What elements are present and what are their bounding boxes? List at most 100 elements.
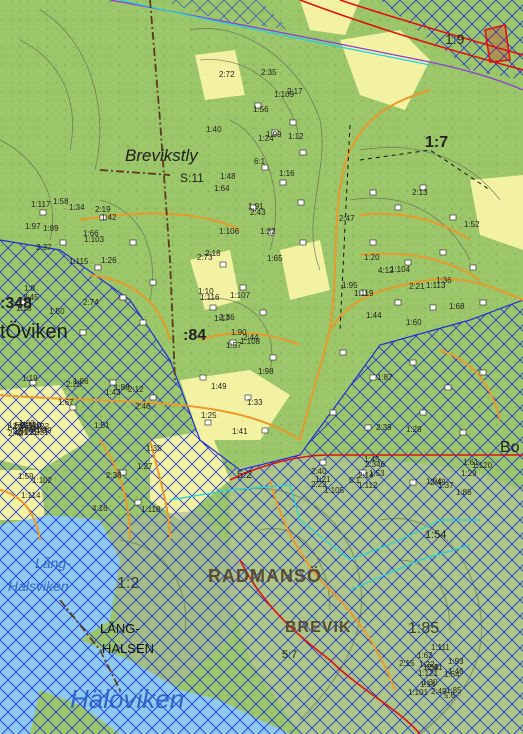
parcel-label: 1:61 [463, 458, 479, 467]
parcel-label: 1:93 [448, 657, 464, 666]
code-185: 1:85 [408, 620, 440, 637]
parcel-label: 1:98 [258, 367, 274, 376]
parcel-label: 1:54 [444, 670, 460, 679]
parcel-label: 1:118 [141, 505, 161, 514]
parcel-label: 1:20 [364, 253, 380, 262]
parcel-label: 6 [18, 428, 23, 437]
parcel-label: 1:106 [219, 227, 240, 236]
area-label-brevik: BREVIK [285, 619, 352, 636]
code-84: :84 [183, 327, 207, 344]
parcel-label: 1:19 [22, 374, 38, 383]
parcel-label: 1:39 [36, 426, 52, 435]
parcel-label: 1:16 [279, 169, 295, 178]
parcel-label: 1:65 [267, 254, 283, 263]
parcel-label: 1:111 [431, 643, 450, 652]
parcel-label: 2:72 [219, 70, 235, 79]
parcel-label: 6:1 [254, 157, 266, 166]
code-19-top: 1:9 [445, 31, 465, 47]
parcel-label: 2:18 [205, 249, 221, 258]
parcel-label: 1:29 [461, 469, 477, 478]
parcel-label: 2:21 [409, 282, 425, 291]
parcel-label: 2:346 [365, 460, 386, 469]
parcel-label: 1:58 [53, 197, 69, 206]
parcel-label: 1:32 [260, 227, 276, 236]
parcel-label: 2:39 [376, 423, 392, 432]
map-view[interactable]: Brevikstly RADMANSÖ BREVIK LÅNG- HALSEN … [0, 0, 523, 734]
parcel-label: 2:20 [66, 380, 82, 389]
parcel-label: 1:102 [32, 476, 53, 485]
parcel-label: 2:13 [412, 188, 428, 197]
parcel-label: 1:10 [198, 287, 214, 296]
parcel-label: 2:74 [83, 298, 99, 307]
parcel-label: 5:6 [444, 691, 456, 700]
parcel-label: 1:44 [366, 311, 382, 320]
parcel-label: 1:12 [288, 132, 304, 141]
water-label-lang: Lång- [35, 555, 71, 571]
parcel-label: 1:25 [201, 411, 217, 420]
parcel-label: 2:43 [250, 208, 266, 217]
parcel-label: 1:26 [101, 256, 117, 265]
parcel-label: 1:43 [105, 388, 121, 397]
parcel-label: 1:37 [438, 481, 454, 490]
parcel-label: 1:8 [24, 284, 36, 293]
parcel-label: 1:48 [220, 172, 236, 181]
parcel-label: 1:59 [18, 472, 34, 481]
parcel-label: 2:47 [339, 214, 355, 223]
area-label-radmanso: RADMANSÖ [208, 566, 322, 586]
parcel-label: 1:63 [19, 419, 35, 428]
parcel-label: 1:107 [230, 291, 251, 300]
parcel-label: 1:34 [69, 203, 85, 212]
parcel-label: 2:38 [106, 471, 122, 480]
parcel-label: 2:35 [261, 68, 277, 77]
parcel-label: 1:86 [456, 488, 472, 497]
parcel-label: 2:37 [36, 243, 52, 252]
place-label-lang: LÅNG- [100, 621, 140, 636]
code-54: 1:54 [425, 529, 447, 541]
parcel-label: 1:51 [94, 421, 110, 430]
parcel-label: 1:40 [206, 125, 222, 134]
parcel-label: 1:97 [25, 222, 41, 231]
code-s11: S:11 [180, 171, 204, 185]
parcel-label: 1:117 [31, 200, 51, 209]
parcel-label: 2:44 [243, 333, 259, 342]
parcel-label: 1:119 [354, 289, 374, 298]
parcel-label: 1:62 [417, 651, 433, 660]
parcel-label: 2:15 [399, 659, 415, 668]
place-label-halsen: HALSEN [102, 641, 155, 656]
parcel-label: 1:53 [369, 469, 385, 478]
parcel-label: 1:28 [406, 425, 422, 434]
parcel-label: 1:87 [377, 373, 393, 382]
code-12-large: 1:2 [117, 575, 140, 592]
parcel-label: 1:115 [69, 257, 89, 266]
parcel-label: 1:41 [232, 427, 248, 436]
parcel-label: 1:56 [253, 105, 269, 114]
parcel-label: 1:24 [258, 134, 274, 143]
parcel-label: 2:46 [135, 402, 151, 411]
place-label-bo: Bo [500, 439, 520, 456]
parcel-label: 1:17 [214, 314, 230, 323]
parcel-label: 1:57 [226, 341, 242, 350]
parcel-label: 1:66 [83, 229, 99, 238]
code-57: 5:7 [282, 649, 298, 661]
parcel-label: 2:45 [23, 293, 39, 302]
parcel-label: 1:21 [315, 475, 331, 484]
place-label-brevikstly: Brevikstly [125, 146, 198, 165]
parcel-label: 1:114 [21, 491, 41, 500]
parcel-label: 1:64 [214, 184, 230, 193]
parcel-label: 5:1 [349, 476, 361, 485]
parcel-label: 1:105 [324, 486, 345, 495]
parcel-label: 2:17 [287, 87, 303, 96]
water-label-halsviken: Halsviken [8, 578, 69, 594]
parcel-label: 1:89 [43, 224, 59, 233]
parcel-label: 4:12 [378, 266, 394, 275]
parcel-label: 1:36 [436, 276, 452, 285]
parcel-label: 1:101 [408, 688, 429, 697]
parcel-label: 1:35 [146, 444, 162, 453]
parcel-label: 1:112 [358, 481, 378, 490]
parcel-label: 1:38 [423, 663, 439, 672]
code-17-top: 1:7 [425, 134, 449, 151]
parcel-label: 2:12 [128, 385, 144, 394]
parcel-label: 1:42 [101, 213, 117, 222]
parcel-label: 4:16 [92, 504, 108, 513]
parcel-label: 1:52 [464, 220, 480, 229]
